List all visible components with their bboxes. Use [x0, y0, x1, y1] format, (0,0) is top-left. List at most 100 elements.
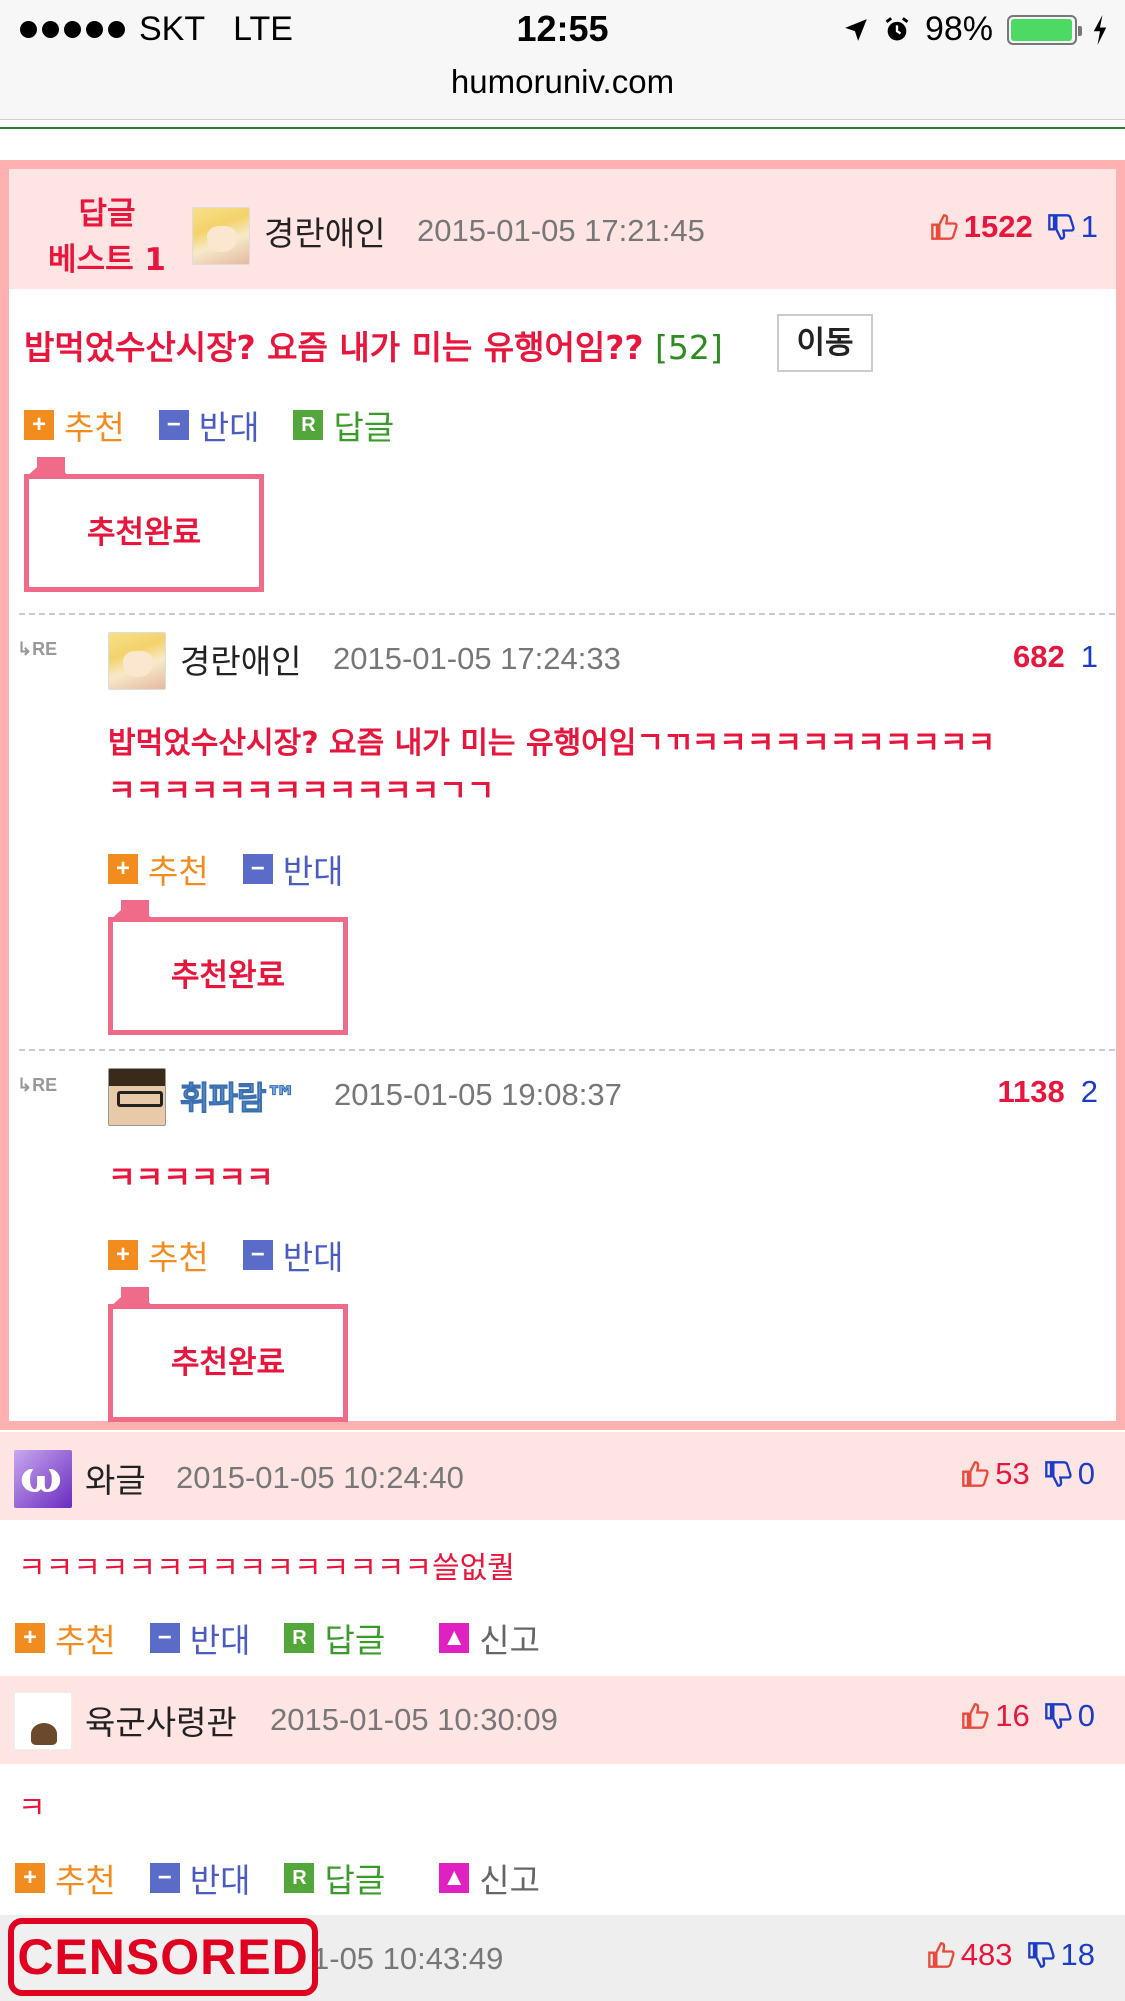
down-count: 1 [1080, 639, 1098, 674]
down-count: 0 [1077, 1698, 1095, 1733]
recommend-button[interactable]: + 추천 [15, 1854, 116, 1902]
recommend-label: 추천 [148, 1238, 209, 1277]
reply-r-icon: R [293, 410, 324, 440]
status-right: 98% [843, 10, 1109, 49]
reply-label: 답글 [324, 1621, 386, 1660]
reply-text: 밥먹었수산시장? 요즘 내가 미는 유행어임ㄱㄲㅋㅋㅋㅋㅋㅋㅋㅋㅋㅋㅋ ㅋㅋㅋㅋ… [108, 720, 1093, 816]
battery-icon [1007, 14, 1082, 45]
siren-icon: ▲ [439, 1623, 470, 1653]
thumb-up-icon [962, 1461, 989, 1487]
author-nick[interactable]: 경란애인 [180, 635, 301, 683]
alarm-clock-icon [885, 16, 909, 40]
plus-icon: + [15, 1623, 45, 1653]
oppose-label: 반대 [189, 1621, 251, 1660]
up-count: 1522 [963, 209, 1033, 244]
timestamp: 2015-01-05 17:24:33 [333, 641, 621, 676]
timestamp: 1-05 10:43:49 [312, 1941, 504, 1976]
oppose-label: 반대 [198, 408, 260, 447]
comment-actions: + 추천 − 반대 R 답글 ▲ 신고 [15, 1854, 574, 1902]
thumb-down-icon [1044, 1703, 1072, 1729]
location-arrow-icon [845, 18, 867, 41]
report-button[interactable]: ▲ 신고 [439, 1614, 540, 1662]
minus-icon: − [242, 854, 273, 884]
reply-text-line: 밥먹었수산시장? 요즘 내가 미는 유행어임ㄱㄲㅋㅋㅋㅋㅋㅋㅋㅋㅋㅋㅋ [108, 726, 996, 761]
best-header: 답글 베스트 1 경란애인 2015-01-05 17:21:45 1522 1 [9, 169, 1116, 289]
recommend-button[interactable]: + 추천 [15, 1614, 116, 1662]
siren-icon: ▲ [439, 1863, 470, 1893]
best-reply-box: 답글 베스트 1 경란애인 2015-01-05 17:21:45 1522 1… [0, 160, 1125, 1430]
thumb-up-icon [927, 1942, 955, 1968]
recommend-button[interactable]: + 추천 [24, 401, 125, 449]
thumb-up-icon [930, 214, 958, 240]
reply-text: ㅋㅋㅋㅋㅋㅋ [108, 1161, 274, 1196]
report-label: 신고 [479, 1621, 540, 1660]
plus-icon: + [108, 1240, 138, 1270]
oppose-button[interactable]: − 반대 [149, 1614, 251, 1662]
plus-icon: + [24, 410, 54, 440]
avatar[interactable] [108, 632, 166, 690]
censored-stamp: CENSORED [8, 1918, 318, 1996]
author-nick[interactable]: 와글 [85, 1454, 146, 1502]
divider [19, 1049, 1115, 1051]
comment-actions: + 추천 − 반대 R 답글 ▲ 신고 [15, 1614, 574, 1662]
reply-text-line: ㅋㅋㅋㅋㅋㅋㅋㅋㅋㅋㅋㅋㄱㄱ [108, 774, 495, 809]
oppose-button[interactable]: − 반대 [149, 1854, 251, 1902]
address-bar[interactable]: humoruniv.com [0, 62, 1125, 120]
minus-icon: − [149, 1623, 180, 1653]
reply-button[interactable]: R 답글 [284, 1614, 385, 1662]
thumb-down-icon [1044, 1461, 1072, 1487]
oppose-button[interactable]: − 반대 [242, 1231, 344, 1279]
move-button[interactable]: 이동 [777, 314, 873, 372]
avatar[interactable] [192, 207, 250, 265]
recommend-label: 추천 [64, 408, 125, 447]
oppose-button[interactable]: − 반대 [242, 845, 344, 893]
oppose-label: 반대 [189, 1861, 251, 1900]
up-count: 53 [995, 1456, 1030, 1491]
vote-counts: 16 0 [961, 1698, 1095, 1734]
best-badge: 답글 베스트 1 [27, 191, 187, 283]
reply-arrow-icon: ↳RE [17, 1075, 58, 1095]
avatar[interactable] [14, 1692, 72, 1750]
recommend-done-popup: 추천완료 [24, 457, 264, 592]
oppose-label: 반대 [282, 852, 344, 891]
down-count: 2 [1080, 1074, 1098, 1109]
url-text[interactable]: humoruniv.com [451, 63, 674, 100]
vote-counts: 1522 1 [930, 209, 1098, 245]
recommend-button[interactable]: + 추천 [108, 1231, 209, 1279]
recommend-label: 추천 [148, 852, 209, 891]
avatar[interactable] [108, 1068, 166, 1126]
author-nick[interactable]: 휘파람™ [179, 1073, 297, 1119]
avatar[interactable] [14, 1450, 72, 1508]
vote-counts: 682 1 [1013, 639, 1098, 675]
recommend-button[interactable]: + 추천 [108, 845, 209, 893]
comment-header: 육군사령관 2015-01-05 10:30:09 16 0 [0, 1676, 1125, 1764]
battery-percent: 98% [924, 10, 993, 48]
best-badge-line1: 답글 [78, 196, 136, 232]
reply-r-icon: R [284, 1623, 315, 1653]
reply-actions: + 추천 − 반대 [108, 1231, 377, 1279]
reply-count: [52] [655, 328, 723, 367]
author-nick[interactable]: 경란애인 [264, 207, 385, 255]
thumb-down-icon [1047, 214, 1075, 240]
timestamp: 2015-01-05 17:21:45 [417, 213, 705, 248]
vote-counts: 483 18 [927, 1937, 1095, 1973]
reply-button[interactable]: R 답글 [293, 401, 394, 449]
oppose-button[interactable]: − 반대 [158, 401, 260, 449]
author-nick[interactable]: 육군사령관 [85, 1696, 237, 1744]
report-button[interactable]: ▲ 신고 [439, 1854, 540, 1902]
best-title[interactable]: 밥먹었수산시장? 요즘 내가 미는 유행어임?? [52] [24, 321, 723, 369]
recommend-done-popup: 추천완료 [108, 900, 348, 1035]
minus-icon: − [158, 410, 189, 440]
timestamp: 2015-01-05 19:08:37 [334, 1077, 622, 1112]
reply-arrow-icon: ↳RE [17, 639, 58, 659]
best-title-text[interactable]: 밥먹었수산시장? 요즘 내가 미는 유행어임?? [24, 328, 644, 367]
reply-button[interactable]: R 답글 [284, 1854, 385, 1902]
comment-text: ㅋㅋㅋㅋㅋㅋㅋㅋㅋㅋㅋㅋㅋㅋㅋ쓸없퀄 [18, 1551, 515, 1586]
down-count: 0 [1077, 1456, 1095, 1491]
up-count: 1138 [997, 1074, 1065, 1109]
reply-actions: + 추천 − 반대 [108, 845, 377, 893]
oppose-label: 반대 [282, 1238, 344, 1277]
timestamp: 2015-01-05 10:24:40 [176, 1460, 464, 1495]
charging-bolt-icon [1093, 14, 1107, 45]
plus-icon: + [108, 854, 138, 884]
